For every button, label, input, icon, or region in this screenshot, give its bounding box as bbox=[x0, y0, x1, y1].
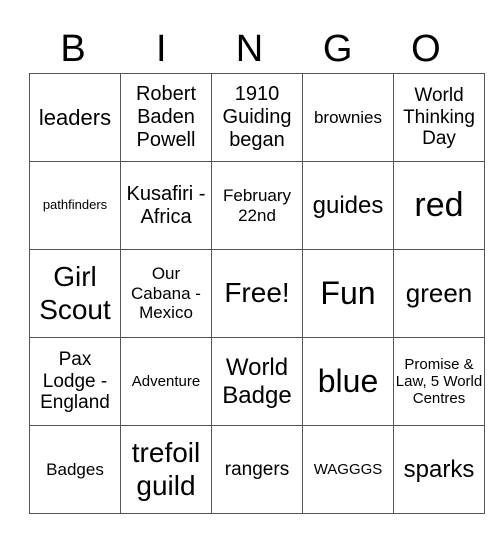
bingo-cell-text: 1910 Guiding began bbox=[222, 83, 292, 151]
bingo-cell[interactable]: Robert Baden Powell bbox=[120, 73, 212, 162]
bingo-cell-text: Fun bbox=[320, 275, 376, 312]
bingo-cell[interactable]: Kusafiri - Africa bbox=[120, 161, 212, 250]
bingo-cell[interactable]: February 22nd bbox=[211, 161, 303, 250]
bingo-cell[interactable]: rangers bbox=[211, 425, 303, 514]
bingo-row: pathfinders Kusafiri - Africa February 22n… bbox=[29, 161, 485, 250]
bingo-cell-text: World Badge bbox=[222, 353, 292, 409]
header-letter-n: N bbox=[235, 28, 264, 70]
bingo-cell-text: blue bbox=[317, 363, 379, 400]
bingo-cell-text: red bbox=[414, 185, 464, 224]
bingo-cell[interactable]: Pax Lodge - England bbox=[29, 337, 121, 426]
bingo-cell[interactable]: World Thinking Day bbox=[393, 73, 485, 162]
bingo-cell[interactable]: WAGGGS bbox=[302, 425, 394, 514]
bingo-cell[interactable]: blue bbox=[302, 337, 394, 426]
bingo-cell-text: pathfinders bbox=[42, 197, 108, 213]
header-letter-o: O bbox=[411, 28, 441, 70]
bingo-cell[interactable]: 1910 Guiding began bbox=[211, 73, 303, 162]
bingo-row: Girl Scout Our Cabana - Mexico Free! Fun gre… bbox=[29, 249, 485, 338]
bingo-cell[interactable]: guides bbox=[302, 161, 394, 250]
bingo-cell-text: World Thinking Day bbox=[403, 84, 475, 150]
bingo-cell[interactable]: Adventure bbox=[120, 337, 212, 426]
bingo-cell-text: WAGGGS bbox=[313, 460, 383, 478]
bingo-cell[interactable]: brownies bbox=[302, 73, 394, 162]
header-letter-g: G bbox=[322, 28, 353, 70]
bingo-cell-text: Girl Scout bbox=[39, 261, 111, 325]
header-letter-i: I bbox=[156, 28, 167, 70]
bingo-cell-text: February 22nd bbox=[222, 185, 292, 225]
bingo-cell-text: sparks bbox=[403, 455, 475, 483]
bingo-cell[interactable]: Badges bbox=[29, 425, 121, 514]
bingo-cell-text: Badges bbox=[46, 459, 104, 479]
bingo-cell-text: leaders bbox=[38, 104, 112, 130]
bingo-cell-text: trefoil guild bbox=[131, 437, 201, 501]
bingo-cell-text: Our Cabana - Mexico bbox=[131, 264, 201, 323]
bingo-cell[interactable]: Our Cabana - Mexico bbox=[120, 249, 212, 338]
bingo-row: Pax Lodge - England Adventure World Badge b… bbox=[29, 337, 485, 426]
bingo-cell[interactable]: pathfinders bbox=[29, 161, 121, 250]
bingo-cell[interactable]: green bbox=[393, 249, 485, 338]
bingo-cell-text: Pax Lodge - England bbox=[40, 348, 110, 414]
bingo-cell-text: Robert Baden Powell bbox=[135, 83, 197, 151]
bingo-cell-text: guides bbox=[312, 191, 384, 219]
bingo-cell[interactable]: World Badge bbox=[211, 337, 303, 426]
bingo-cell[interactable]: sparks bbox=[393, 425, 485, 514]
bingo-cell[interactable]: Fun bbox=[302, 249, 394, 338]
header-letter-b: B bbox=[60, 28, 86, 70]
bingo-cell-text: Kusafiri - Africa bbox=[126, 182, 206, 228]
bingo-cell-text: rangers bbox=[224, 458, 290, 480]
bingo-grid: leaders Robert Baden Powell 1910 Guiding b… bbox=[29, 73, 485, 514]
bingo-row: Badges trefoil guild rangers WAGGGS sparks bbox=[29, 425, 485, 514]
bingo-cell[interactable]: Promise & Law, 5 World Centres bbox=[393, 337, 485, 426]
bingo-row: leaders Robert Baden Powell 1910 Guiding b… bbox=[29, 73, 485, 162]
bingo-cell-free[interactable]: Free! bbox=[211, 249, 303, 338]
bingo-cell[interactable]: red bbox=[393, 161, 485, 250]
bingo-cell-text: green bbox=[405, 277, 473, 308]
bingo-cell-text: brownies bbox=[313, 107, 383, 127]
bingo-cell[interactable]: trefoil guild bbox=[120, 425, 212, 514]
bingo-cell-text: Free! bbox=[224, 277, 290, 309]
bingo-header: B I N G O bbox=[29, 24, 470, 74]
bingo-cell[interactable]: Girl Scout bbox=[29, 249, 121, 338]
bingo-cell-text: Adventure bbox=[131, 372, 201, 390]
bingo-cell[interactable]: leaders bbox=[29, 73, 121, 162]
bingo-cell-text: Promise & Law, 5 World Centres bbox=[395, 355, 483, 408]
